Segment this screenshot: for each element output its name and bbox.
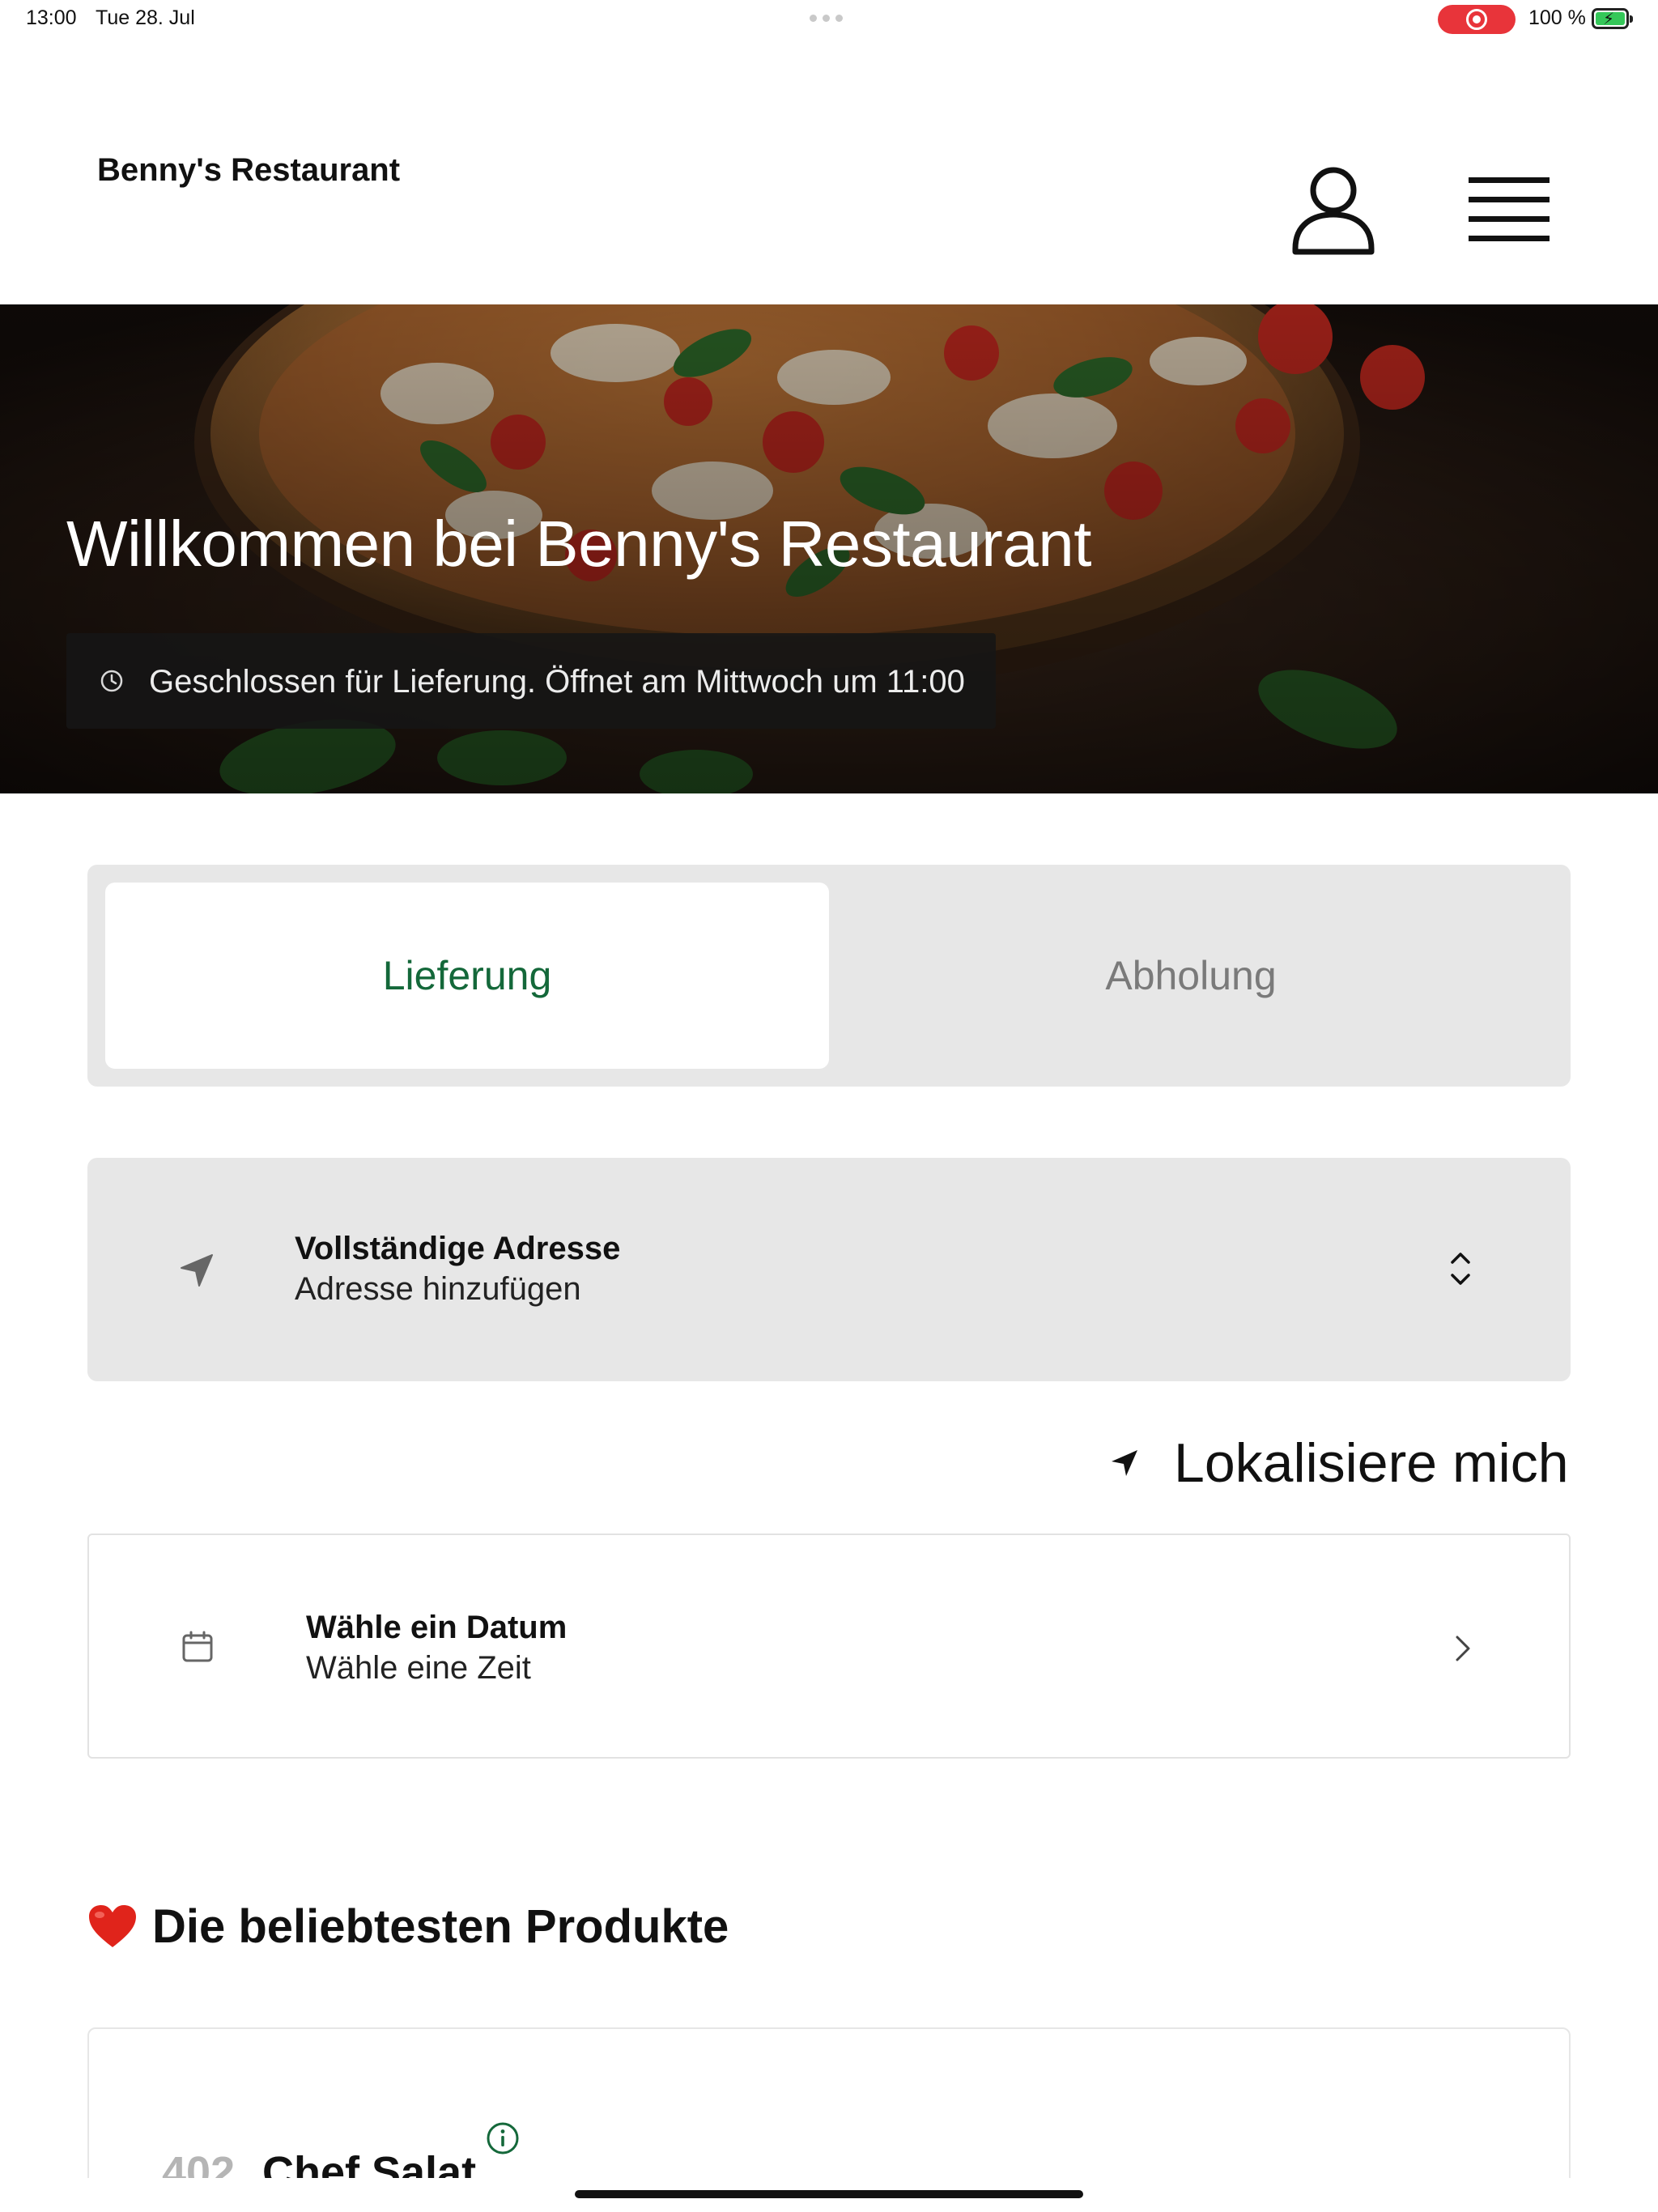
location-arrow-icon — [181, 1254, 213, 1287]
order-mode-segmented-control: Lieferung Abholung — [87, 865, 1571, 1087]
info-icon[interactable] — [486, 2121, 520, 2155]
battery-percentage: 100 % — [1528, 6, 1586, 29]
hero-banner: Willkommen bei Benny's Restaurant Geschl… — [0, 304, 1658, 793]
calendar-icon — [182, 1631, 213, 1662]
account-button[interactable] — [1289, 164, 1378, 257]
date-title: Wähle ein Datum — [306, 1610, 568, 1645]
app-header: Benny's Restaurant — [0, 39, 1658, 304]
status-time: 13:00 — [26, 6, 77, 29]
date-time-selector[interactable]: Wähle ein Datum Wähle eine Zeit — [87, 1534, 1571, 1759]
popular-products-heading: Die beliebtesten Produkte — [87, 1898, 729, 1955]
tab-abholung[interactable]: Abholung — [829, 883, 1553, 1069]
hamburger-menu-icon — [1469, 177, 1550, 241]
brand-name[interactable]: Benny's Restaurant — [97, 152, 400, 189]
charging-bolt-icon: ⚡ — [1603, 11, 1615, 28]
battery-icon: ⚡ — [1592, 8, 1633, 29]
clock-icon — [100, 670, 123, 692]
time-subtitle: Wähle eine Zeit — [306, 1650, 531, 1686]
hero-title: Willkommen bei Benny's Restaurant — [66, 508, 1091, 580]
address-subtitle: Adresse hinzufügen — [295, 1271, 581, 1307]
address-title: Vollständige Adresse — [295, 1231, 621, 1266]
delivery-status-text: Geschlossen für Lieferung. Öffnet am Mit… — [149, 664, 965, 700]
location-arrow-icon — [1112, 1450, 1137, 1476]
chevron-up-down-icon — [1451, 1253, 1470, 1285]
locate-me-label: Lokalisiere mich — [1174, 1432, 1569, 1494]
chevron-right-icon — [1456, 1636, 1470, 1661]
delivery-status-banner: Geschlossen für Lieferung. Öffnet am Mit… — [66, 633, 996, 729]
popular-products-title: Die beliebtesten Produkte — [152, 1899, 729, 1953]
status-bar: 13:00 Tue 28. Jul 100 % ⚡ — [0, 0, 1658, 39]
tab-lieferung[interactable]: Lieferung — [105, 883, 829, 1069]
multitasking-dots-icon[interactable] — [810, 15, 843, 22]
locate-me-button[interactable]: Lokalisiere mich — [1109, 1427, 1572, 1495]
address-selector[interactable]: Vollständige Adresse Adresse hinzufügen — [87, 1158, 1571, 1381]
screen-recording-indicator[interactable] — [1438, 5, 1516, 34]
heart-icon — [89, 1905, 136, 1947]
person-icon — [1292, 167, 1375, 255]
menu-button[interactable] — [1464, 172, 1554, 245]
record-icon — [1466, 9, 1487, 30]
home-indicator[interactable] — [575, 2190, 1083, 2198]
status-date: Tue 28. Jul — [96, 6, 195, 29]
